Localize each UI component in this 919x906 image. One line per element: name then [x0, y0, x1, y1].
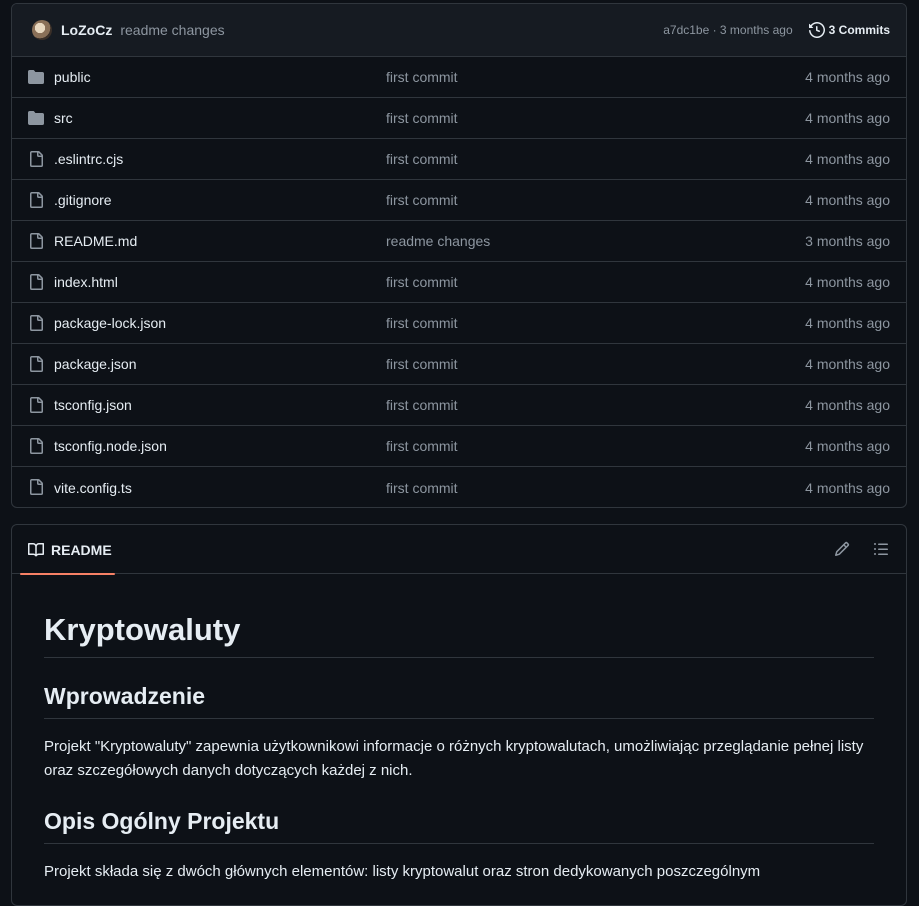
file-row[interactable]: vite.config.ts first commit 4 months ago: [12, 467, 906, 507]
tab-readme-label: README: [51, 541, 112, 558]
book-icon: [28, 542, 44, 556]
commits-count-label: 3 Commits: [828, 23, 890, 37]
file-row[interactable]: src first commit 4 months ago: [12, 98, 906, 139]
file-row[interactable]: .eslintrc.cjs first commit 4 months ago: [12, 139, 906, 180]
file-icon: [30, 151, 43, 167]
tab-readme[interactable]: README: [20, 525, 123, 575]
paragraph-intro: Projekt "Kryptowaluty" zapewnia użytkown…: [44, 738, 864, 779]
file-commit-link[interactable]: first commit: [386, 151, 458, 167]
file-name-link[interactable]: package.json: [54, 356, 137, 372]
latest-commit-bar: LoZoCz readme changes a7dc1be · 3 months…: [12, 4, 906, 57]
list-unordered-icon[interactable]: [873, 541, 889, 557]
file-icon: [30, 397, 43, 413]
commit-author[interactable]: LoZoCz: [61, 22, 112, 38]
file-age: 4 months ago: [805, 397, 890, 413]
file-age: 4 months ago: [805, 315, 890, 331]
file-icon: [30, 192, 43, 208]
file-age: 4 months ago: [805, 69, 890, 85]
file-icon: [30, 479, 43, 495]
file-icon: [30, 438, 43, 454]
file-name-link[interactable]: tsconfig.node.json: [54, 438, 167, 454]
file-age: 4 months ago: [805, 356, 890, 372]
readme-title: Kryptowaluty: [44, 574, 874, 658]
file-age: 4 months ago: [805, 274, 890, 290]
file-row[interactable]: public first commit 4 months ago: [12, 57, 906, 98]
heading-intro: Wprowadzenie: [44, 658, 874, 719]
file-commit-link[interactable]: first commit: [386, 480, 458, 496]
file-name-link[interactable]: README.md: [54, 233, 137, 249]
file-name-link[interactable]: src: [54, 110, 73, 126]
file-name-link[interactable]: .gitignore: [54, 192, 112, 208]
readme-panel: README Kryptowaluty Wprowadzenie Projekt…: [11, 524, 907, 906]
file-commit-link[interactable]: first commit: [386, 356, 458, 372]
file-row[interactable]: README.md readme changes 3 months ago: [12, 221, 906, 262]
file-row[interactable]: index.html first commit 4 months ago: [12, 262, 906, 303]
file-age: 3 months ago: [805, 233, 890, 249]
file-commit-link[interactable]: first commit: [386, 69, 458, 85]
folder-icon: [28, 70, 44, 84]
folder-icon: [28, 111, 44, 125]
avatar[interactable]: [32, 20, 52, 40]
file-commit-link[interactable]: first commit: [386, 397, 458, 413]
file-name-link[interactable]: vite.config.ts: [54, 480, 132, 496]
pencil-icon[interactable]: [834, 541, 850, 557]
file-commit-link[interactable]: first commit: [386, 110, 458, 126]
heading-overview: Opis Ogólny Projektu: [44, 783, 874, 844]
file-list: public first commit 4 months ago src first c…: [12, 57, 906, 507]
file-commit-link[interactable]: first commit: [386, 274, 458, 290]
file-commit-link[interactable]: first commit: [386, 438, 458, 454]
file-icon: [30, 356, 43, 372]
file-tree-panel: LoZoCz readme changes a7dc1be · 3 months…: [11, 3, 907, 508]
file-name-link[interactable]: tsconfig.json: [54, 397, 132, 413]
file-age: 4 months ago: [805, 151, 890, 167]
commit-message[interactable]: readme changes: [120, 22, 224, 38]
readme-content: Kryptowaluty Wprowadzenie Projekt "Krypt…: [12, 574, 906, 884]
paragraph-overview: Projekt składa się z dwóch głównych elem…: [44, 863, 761, 880]
file-row[interactable]: package-lock.json first commit 4 months ag…: [12, 303, 906, 344]
file-row[interactable]: .gitignore first commit 4 months ago: [12, 180, 906, 221]
file-age: 4 months ago: [805, 438, 890, 454]
file-icon: [30, 315, 43, 331]
history-icon: [808, 22, 825, 38]
commits-count-link[interactable]: 3 Commits: [808, 22, 890, 38]
file-age: 4 months ago: [805, 110, 890, 126]
file-row[interactable]: tsconfig.json first commit 4 months ago: [12, 385, 906, 426]
file-icon: [30, 233, 43, 249]
file-row[interactable]: package.json first commit 4 months ago: [12, 344, 906, 385]
file-name-link[interactable]: .eslintrc.cjs: [54, 151, 123, 167]
file-name-link[interactable]: public: [54, 69, 91, 85]
file-icon: [30, 274, 43, 290]
file-age: 4 months ago: [805, 479, 890, 496]
readme-header: README: [12, 525, 906, 575]
file-row[interactable]: tsconfig.node.json first commit 4 months a…: [12, 426, 906, 467]
commit-meta[interactable]: a7dc1be · 3 months ago: [663, 23, 792, 37]
file-name-link[interactable]: package-lock.json: [54, 315, 166, 331]
file-name-link[interactable]: index.html: [54, 274, 118, 290]
file-commit-link[interactable]: first commit: [386, 315, 458, 331]
file-commit-link[interactable]: readme changes: [386, 233, 490, 249]
file-age: 4 months ago: [805, 192, 890, 208]
file-commit-link[interactable]: first commit: [386, 192, 458, 208]
